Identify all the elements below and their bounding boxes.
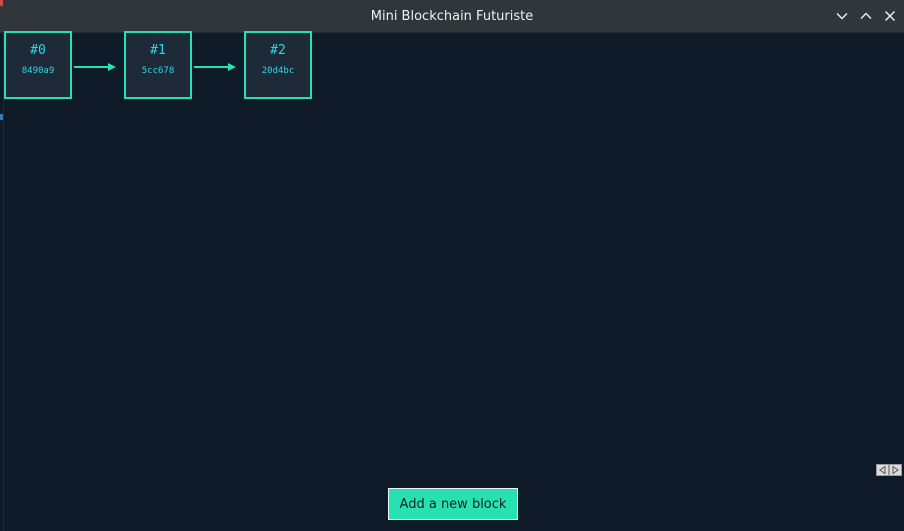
app-window: Mini Blockchain Futuriste #0 8490a9 #1 5… — [0, 0, 904, 531]
block-index: #1 — [150, 43, 166, 58]
close-button[interactable] — [882, 8, 898, 24]
scroll-arrows[interactable] — [876, 464, 902, 476]
block-hash: 5cc678 — [141, 66, 175, 76]
chain-link-arrow — [194, 63, 236, 71]
title-bar[interactable]: Mini Blockchain Futuriste — [0, 0, 904, 33]
desktop-sliver — [0, 0, 3, 6]
add-block-button[interactable]: Add a new block — [388, 488, 518, 520]
window-title: Mini Blockchain Futuriste — [370, 9, 534, 24]
block-0[interactable]: #0 8490a9 — [4, 31, 72, 99]
scroll-left-button[interactable] — [876, 464, 889, 476]
desktop-sliver — [0, 114, 3, 120]
scroll-right-button[interactable] — [889, 464, 902, 476]
block-1[interactable]: #1 5cc678 — [124, 31, 192, 99]
triangle-right-icon — [892, 466, 899, 474]
minimize-button[interactable] — [834, 8, 850, 24]
block-index: #2 — [270, 43, 286, 58]
chain-link-arrow — [74, 63, 116, 71]
block-hash: 8490a9 — [21, 66, 55, 76]
triangle-left-icon — [879, 466, 886, 474]
chevron-up-icon — [860, 12, 872, 19]
chevron-down-icon — [836, 13, 848, 20]
block-index: #0 — [30, 43, 46, 58]
blockchain-canvas: #0 8490a9 #1 5cc678 #2 20d4bc Add a new … — [4, 31, 904, 531]
block-hash: 20d4bc — [261, 66, 295, 76]
maximize-button[interactable] — [858, 8, 874, 24]
block-2[interactable]: #2 20d4bc — [244, 31, 312, 99]
close-icon — [885, 11, 895, 21]
